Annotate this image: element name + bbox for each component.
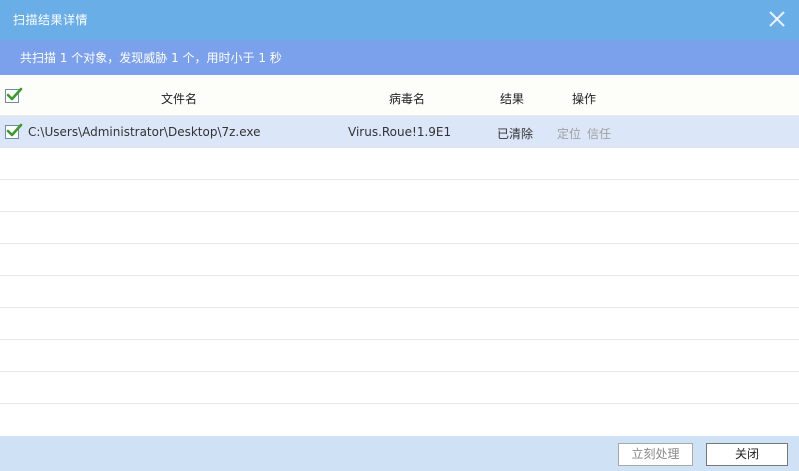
scan-summary-text: 共扫描 1 个对象，发现威胁 1 个，用时小于 1 秒 [20,51,282,65]
header-file-name[interactable]: 文件名 [161,90,197,107]
table-row[interactable]: C:\Users\Administrator\Desktop\7z.exe Vi… [0,116,799,148]
table-header: 文件名 病毒名 结果 操作 [0,75,799,116]
empty-row [0,372,799,404]
empty-row [0,340,799,372]
file-path-cell: C:\Users\Administrator\Desktop\7z.exe [28,125,261,139]
empty-row [0,276,799,308]
check-icon [6,123,23,137]
empty-row [0,180,799,212]
window-title: 扫描结果详情 [13,13,89,27]
dialog-footer: 立刻处理 关闭 [0,436,799,471]
empty-row [0,148,799,180]
scan-summary-bar: 共扫描 1 个对象，发现威胁 1 个，用时小于 1 秒 [0,40,799,75]
check-icon [6,87,23,101]
empty-row [0,244,799,276]
title-bar: 扫描结果详情 [0,0,799,40]
empty-row [0,212,799,244]
select-all-checkbox[interactable] [5,87,23,103]
empty-row [0,308,799,340]
empty-row [0,404,799,436]
close-button[interactable]: 关闭 [706,443,788,466]
header-action: 操作 [572,92,597,106]
result-cell: 已清除 [497,127,534,141]
row-checkbox[interactable] [5,123,23,139]
header-virus-name[interactable]: 病毒名 [389,90,425,107]
locate-link[interactable]: 定位 [557,125,581,142]
header-result[interactable]: 结果 [500,90,524,107]
process-now-button[interactable]: 立刻处理 [618,443,693,466]
results-table: 文件名 病毒名 结果 操作 C:\Users\Administrator\Des… [0,75,799,436]
virus-name-cell: Virus.Roue!1.9E10 [348,125,452,139]
close-icon[interactable] [767,9,787,29]
trust-link[interactable]: 信任 [587,125,611,142]
